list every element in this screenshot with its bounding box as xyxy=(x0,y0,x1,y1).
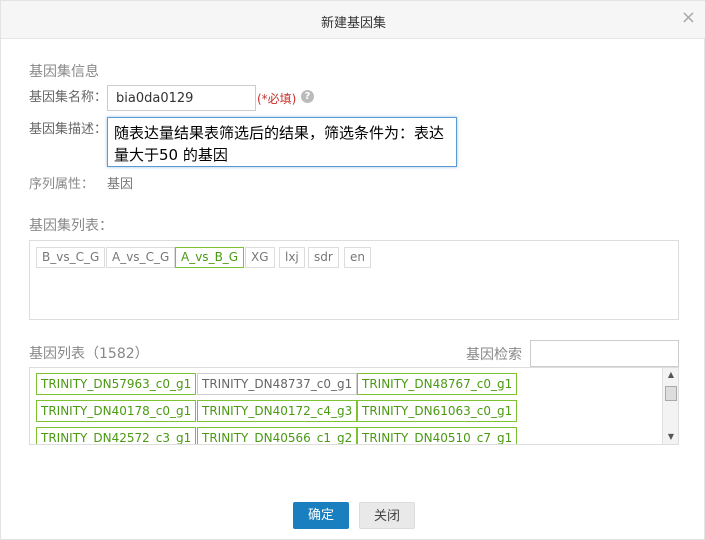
gene-set-list-heading: 基因集列表： xyxy=(29,218,113,234)
scroll-down-icon[interactable]: ▼ xyxy=(663,430,678,444)
gene-list-scrollbar[interactable]: ▲ ▼ xyxy=(662,368,678,444)
gene-set-tag[interactable]: lxj xyxy=(279,247,305,268)
dialog-title: 新建基因集 xyxy=(320,16,386,31)
gene-list-heading: 基因列表（1582） xyxy=(29,346,149,362)
gene-set-desc-textarea[interactable]: 随表达量结果表筛选后的结果，筛选条件为：表达量大于50 的基因 xyxy=(107,117,457,167)
gene-item[interactable]: TRINITY_DN57963_c0_g1 xyxy=(36,373,197,395)
gene-item[interactable]: TRINITY_DN40178_c0_g1 xyxy=(36,400,197,422)
close-icon[interactable]: × xyxy=(681,8,696,28)
scroll-up-icon[interactable]: ▲ xyxy=(663,368,678,382)
confirm-button[interactable]: 确定 xyxy=(293,502,349,529)
dialog-titlebar: 新建基因集 × xyxy=(1,1,705,39)
gene-set-tag[interactable]: sdr xyxy=(308,247,339,268)
gene-list-panel: TRINITY_DN57963_c0_g1 TRINITY_DN48737_c0… xyxy=(29,367,679,445)
sequence-attr-label: 序列属性： xyxy=(29,177,95,192)
gene-search-label: 基因检索 xyxy=(466,347,522,363)
new-gene-set-dialog: 新建基因集 × 基因集信息 基因集名称： (*必填) ? 基因集描述： 随表达量… xyxy=(0,0,705,540)
gene-set-info-heading: 基因集信息 xyxy=(29,64,99,80)
gene-set-tag[interactable]: A_vs_C_G xyxy=(106,247,176,268)
gene-item[interactable]: TRINITY_DN48737_c0_g1 xyxy=(197,373,358,395)
gene-set-tag-selected[interactable]: A_vs_B_G xyxy=(175,247,245,268)
gene-set-name-input[interactable] xyxy=(107,85,256,111)
gene-item[interactable]: TRINITY_DN40510_c7_g1 xyxy=(357,427,518,444)
gene-item[interactable]: TRINITY_DN40566_c1_g2 xyxy=(197,427,358,444)
gene-set-name-label: 基因集名称： xyxy=(29,90,108,105)
gene-set-tag[interactable]: XG xyxy=(245,247,275,268)
gene-set-desc-label: 基因集描述： xyxy=(29,122,108,137)
scroll-thumb[interactable] xyxy=(665,386,677,401)
required-note: (*必填) xyxy=(257,92,297,106)
gene-item[interactable]: TRINITY_DN40172_c4_g3 xyxy=(197,400,358,422)
gene-item[interactable]: TRINITY_DN42572_c3_g1 xyxy=(36,427,197,444)
gene-item[interactable]: TRINITY_DN48767_c0_g1 xyxy=(357,373,518,395)
sequence-attr-value: 基因 xyxy=(107,177,134,192)
close-button[interactable]: 关闭 xyxy=(359,502,415,529)
gene-item[interactable]: TRINITY_DN61063_c0_g1 xyxy=(357,400,518,422)
gene-search-input[interactable] xyxy=(530,340,679,367)
gene-set-tag[interactable]: en xyxy=(344,247,371,268)
help-icon[interactable]: ? xyxy=(301,90,314,103)
gene-set-tag-panel: B_vs_C_G A_vs_C_G A_vs_B_G XG lxj sdr en xyxy=(29,240,679,320)
gene-set-tag[interactable]: B_vs_C_G xyxy=(36,247,106,268)
